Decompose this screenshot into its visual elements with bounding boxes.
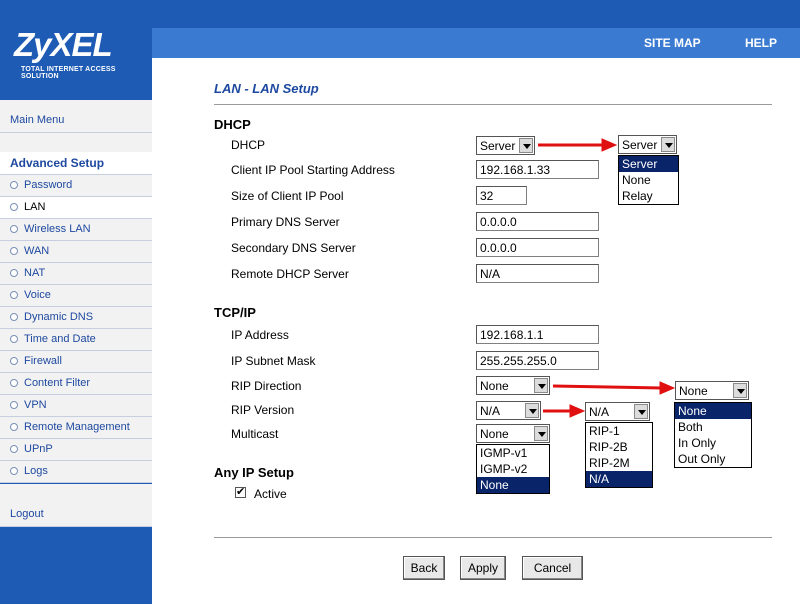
active-checkbox[interactable] — [235, 485, 246, 498]
arrow-head-icon — [601, 138, 618, 152]
annotation-arrows — [538, 138, 676, 418]
back-button[interactable]: Back — [403, 556, 445, 580]
cancel-button[interactable]: Cancel — [522, 556, 583, 580]
active-label: Active — [254, 487, 287, 501]
rip-direction-arrow — [552, 384, 663, 390]
arrow-head-icon — [569, 404, 586, 418]
any-ip-heading: Any IP Setup — [214, 465, 294, 480]
arrow-head-icon — [659, 381, 676, 395]
footer-divider — [214, 537, 772, 538]
apply-button[interactable]: Apply — [460, 556, 506, 580]
